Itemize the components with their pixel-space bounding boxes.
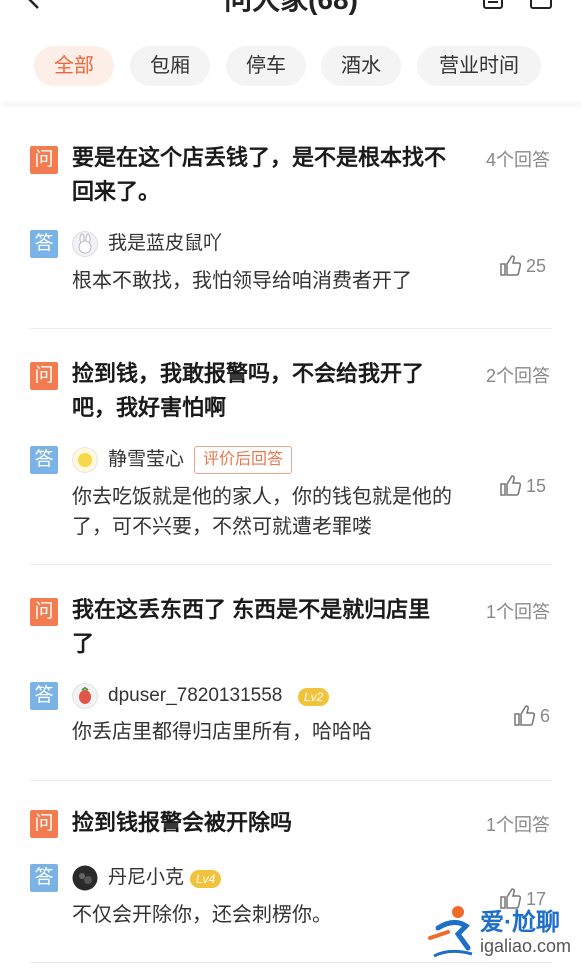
top-bar: 问大家(68)	[0, 0, 582, 30]
thumbs-up-icon	[500, 255, 522, 276]
like-count: 25	[526, 255, 547, 276]
thumbs-up-icon	[514, 705, 536, 726]
avatar[interactable]	[72, 683, 98, 709]
avatar[interactable]	[72, 447, 98, 473]
watermark-logo-icon	[428, 906, 473, 958]
question-badge: 问	[30, 598, 58, 626]
watermark: 爱·尬聊 igaliao.com	[424, 898, 582, 968]
answer-text: 根本不敢找，我怕领导给咱消费者开了	[72, 270, 412, 292]
avatar[interactable]	[72, 231, 98, 257]
thumbs-up-icon	[500, 475, 522, 496]
level-badge: Lv2	[298, 688, 330, 706]
answer-text: 不仅会开除你，还会刺楞你。	[72, 904, 332, 926]
filter-chip-private-room[interactable]: 包厢	[130, 46, 210, 86]
answer-count[interactable]: 1个回答	[486, 811, 550, 837]
question-text[interactable]: 要是在这个店丢钱了，是不是根本找不回来了。	[72, 141, 452, 209]
review-tag: 评价后回答	[194, 446, 293, 474]
answer-count[interactable]: 2个回答	[486, 362, 550, 388]
divider	[30, 780, 552, 781]
filter-chip-hours[interactable]: 营业时间	[417, 46, 541, 86]
user-name[interactable]: 我是蓝皮鼠吖	[108, 231, 222, 257]
divider	[30, 564, 552, 565]
filter-chip-parking[interactable]: 停车	[226, 46, 306, 86]
answer-count[interactable]: 4个回答	[486, 146, 550, 172]
like-button[interactable]: 15	[498, 473, 546, 499]
filter-chip-drinks[interactable]: 酒水	[321, 46, 401, 86]
question-text[interactable]: 捡到钱报警会被开除吗	[72, 806, 452, 840]
share-icon[interactable]	[526, 0, 556, 12]
divider	[30, 328, 552, 329]
answer-badge: 答	[30, 230, 58, 258]
answer-text: 你去吃饭就是他的家人，你的钱包就是他的了，可不兴要，不然可就遭老罪喽	[72, 486, 452, 538]
filter-chip-all[interactable]: 全部	[34, 46, 114, 86]
avatar[interactable]	[72, 865, 98, 891]
watermark-text: 爱·尬聊	[480, 909, 560, 936]
like-count: 15	[526, 475, 547, 496]
watermark-url: igaliao.com	[480, 936, 572, 956]
clipboard-icon[interactable]	[478, 0, 508, 12]
answer-badge: 答	[30, 446, 58, 474]
question-badge: 问	[30, 146, 58, 174]
user-name[interactable]: 丹尼小克	[108, 865, 184, 891]
answer-badge: 答	[30, 864, 58, 892]
question-text[interactable]: 捡到钱，我敢报警吗，不会给我开了吧，我好害怕啊	[72, 357, 452, 425]
filter-bar: 全部 包厢 停车 酒水 营业时间	[0, 30, 582, 102]
user-name[interactable]: dpuser_7820131558	[108, 683, 282, 709]
question-badge: 问	[30, 362, 58, 390]
level-badge: Lv4	[190, 870, 222, 888]
like-button[interactable]: 25	[498, 253, 546, 279]
question-text[interactable]: 我在这丢东西了 东西是不是就归店里了	[72, 593, 452, 661]
answer-text: 你丢店里都得归店里所有，哈哈哈	[72, 721, 372, 743]
question-badge: 问	[30, 810, 58, 838]
like-button[interactable]: 6	[512, 703, 550, 729]
answer-count[interactable]: 1个回答	[486, 598, 550, 624]
answer-badge: 答	[30, 682, 58, 710]
user-name[interactable]: 静雪莹心	[108, 447, 184, 473]
like-count: 6	[540, 705, 551, 726]
